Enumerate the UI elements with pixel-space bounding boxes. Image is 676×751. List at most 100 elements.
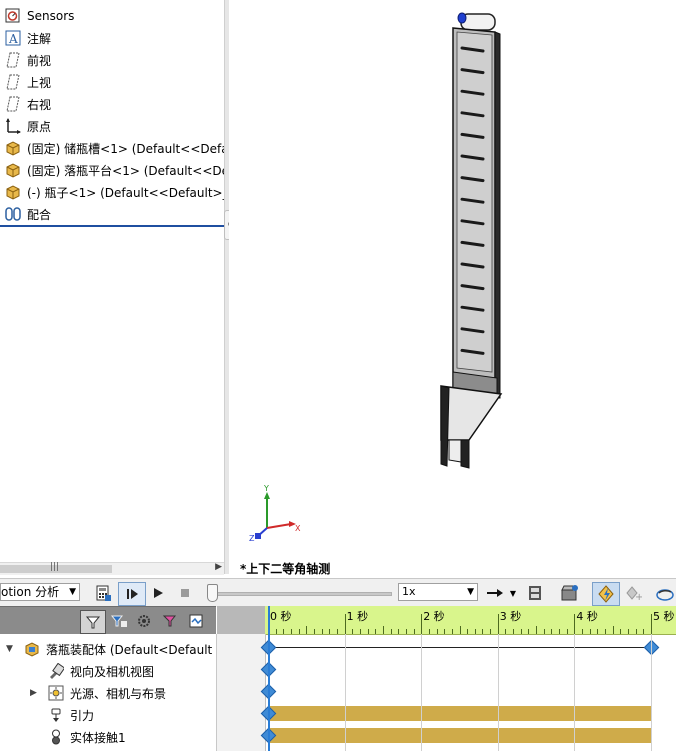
timeline-bar[interactable] xyxy=(268,706,651,721)
tree-item-mates[interactable]: 配合 xyxy=(0,204,224,224)
tree-item-right-plane[interactable]: 右视 xyxy=(0,94,224,114)
timeline-tick xyxy=(283,629,285,634)
timeline-second-label: 1 秒 xyxy=(346,610,369,623)
filter-animated-button[interactable] xyxy=(80,610,106,634)
timeline-tick xyxy=(413,629,415,634)
calculate-button[interactable] xyxy=(92,582,114,604)
playback-mode-button[interactable] xyxy=(484,582,506,604)
tree-horizontal-scrollbar[interactable]: ||| ▶ xyxy=(0,562,224,575)
motion-manager-tree: ▼ 落瓶装配体 (Default<Default 视向及相机视图 ▶ 光源、相机… xyxy=(0,634,217,751)
timeline-tick xyxy=(421,614,423,634)
motion-tree-label: 实体接触1 xyxy=(70,730,126,745)
motion-tree-row-assembly[interactable]: ▼ 落瓶装配体 (Default<Default xyxy=(0,638,216,660)
scroll-right-icon[interactable]: ▶ xyxy=(215,562,222,572)
animation-wizard-button[interactable] xyxy=(558,582,582,604)
timeline-tick xyxy=(597,629,599,634)
filter-driving-button[interactable] xyxy=(108,610,130,632)
timeline-second-label: 4 秒 xyxy=(576,610,598,623)
chevron-down-icon: ▼ xyxy=(69,587,76,597)
timeline-tick xyxy=(367,629,369,634)
expand-toggle-icon[interactable]: ▼ xyxy=(6,644,16,654)
add-key-button[interactable]: + xyxy=(622,582,644,604)
tree-item-label: 右视 xyxy=(27,97,52,112)
timeline-tick xyxy=(352,629,354,634)
motion-timeline[interactable]: 0 秒 1 秒 2 秒 3 秒 4 秒 5 秒 xyxy=(217,606,676,751)
timeline-tick xyxy=(382,626,384,634)
tree-item-component-bottle-storage[interactable]: (固定) 储瓶槽<1> (Default<<Defau xyxy=(0,138,224,158)
tree-item-component-bottle[interactable]: (-) 瓶子<1> (Default<<Default>_P xyxy=(0,182,224,202)
model-viewport: Y X Z xyxy=(249,12,503,543)
motion-tree-row-contact[interactable]: 实体接触1 xyxy=(0,726,216,748)
timeline-tick xyxy=(298,629,300,634)
timeline-tick xyxy=(436,629,438,634)
playback-slider-thumb[interactable] xyxy=(207,584,218,602)
tree-item-origin[interactable]: 原点 xyxy=(0,116,224,136)
lights-icon xyxy=(48,685,64,701)
timeline-tick xyxy=(551,629,553,634)
triad-y-label: Y xyxy=(263,484,269,493)
graphics-area[interactable]: Y X Z xyxy=(229,0,676,578)
calculator-icon xyxy=(96,585,111,601)
playback-mode-dropdown[interactable]: ▼ xyxy=(508,582,518,604)
play-from-start-button[interactable] xyxy=(118,582,146,606)
playback-speed-select[interactable]: 1x ▼ xyxy=(398,583,478,601)
autokey-button[interactable] xyxy=(592,582,620,606)
playback-slider-track[interactable] xyxy=(212,592,392,596)
tree-rollback-bar[interactable] xyxy=(0,225,224,227)
contact-icon xyxy=(48,729,64,745)
motion-tree-row-gravity[interactable]: 引力 xyxy=(0,704,216,726)
plane-icon xyxy=(5,74,21,90)
motor-icon xyxy=(656,589,674,601)
timeline-ruler[interactable]: 0 秒 1 秒 2 秒 3 秒 4 秒 5 秒 xyxy=(265,606,676,635)
assembly-icon xyxy=(24,641,40,657)
motion-tree-row-lights[interactable]: ▶ 光源、相机与布景 xyxy=(0,682,216,704)
timeline-tick xyxy=(582,629,584,634)
sensors-icon xyxy=(5,8,21,24)
timeline-tick xyxy=(398,629,400,634)
timeline-bar[interactable] xyxy=(268,728,651,743)
tree-item-sensors[interactable]: Sensors xyxy=(0,6,224,26)
stop-button[interactable] xyxy=(175,582,195,604)
timeline-tick xyxy=(405,629,407,634)
tree-item-front-plane[interactable]: 前视 xyxy=(0,50,224,70)
tree-item-top-plane[interactable]: 上视 xyxy=(0,72,224,92)
play-button[interactable] xyxy=(148,582,168,604)
tree-item-label: 前视 xyxy=(27,53,52,68)
part-icon xyxy=(5,140,21,156)
filter-results-button[interactable] xyxy=(160,610,182,632)
coordinate-triad: Y X Z xyxy=(249,484,301,543)
filter-selected-button[interactable] xyxy=(134,610,156,632)
origin-icon xyxy=(5,118,21,134)
tree-item-component-drop-platform[interactable]: (固定) 落瓶平台<1> (Default<<Def xyxy=(0,160,224,180)
timeline-tick xyxy=(467,629,469,634)
motion-tree-row-orientation[interactable]: 视向及相机视图 xyxy=(0,660,216,682)
film-save-icon xyxy=(529,586,541,600)
timeline-tick xyxy=(428,629,430,634)
timeline-tick xyxy=(306,626,308,634)
tree-item-annotations[interactable]: A 注解 xyxy=(0,28,224,48)
collapse-tree-button[interactable] xyxy=(186,610,208,632)
plane-icon xyxy=(5,52,21,68)
gear-filter-icon xyxy=(138,615,150,627)
study-type-select[interactable]: otion 分析 ▼ xyxy=(0,583,80,601)
motor-button[interactable] xyxy=(654,582,676,604)
timeline-gridline xyxy=(574,634,576,751)
timeline-tick xyxy=(520,629,522,634)
timeline-tick xyxy=(290,629,292,634)
save-animation-button[interactable] xyxy=(524,582,546,604)
timeline-tick xyxy=(505,629,507,634)
part-icon xyxy=(5,162,21,178)
play-icon xyxy=(154,588,163,598)
timeline-second-label: 3 秒 xyxy=(499,610,522,623)
motion-tree-label: 光源、相机与布景 xyxy=(70,686,167,701)
chevron-down-icon: ▼ xyxy=(467,587,474,597)
expand-toggle-icon[interactable]: ▶ xyxy=(30,688,40,698)
filter-icon xyxy=(85,616,101,629)
timeline-second-label: 0 秒 xyxy=(270,610,292,623)
timeline-tick xyxy=(497,614,499,634)
autokey-icon xyxy=(598,585,614,603)
timeline-tick xyxy=(390,629,392,634)
annotation-icon: A xyxy=(5,30,21,46)
study-type-value: otion 分析 xyxy=(1,585,60,599)
timeline-playhead[interactable] xyxy=(268,606,270,751)
